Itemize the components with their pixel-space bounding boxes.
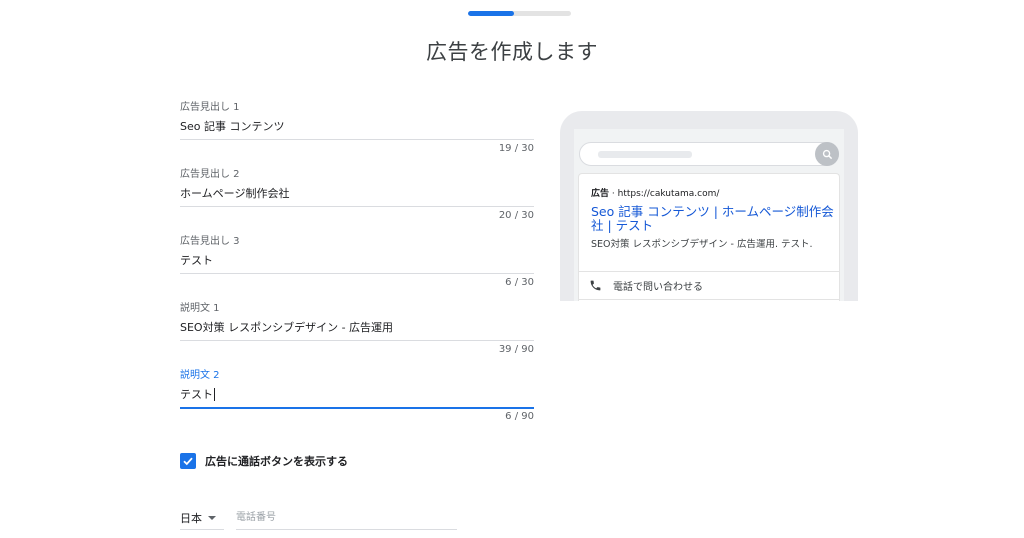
phone-icon [590, 280, 601, 291]
headline-3-field[interactable]: 広告見出し 3 テスト 6 / 30 [180, 230, 534, 297]
country-select[interactable]: 日本 [180, 506, 224, 530]
headline-2-char-count: 20 / 30 [498, 210, 534, 221]
ad-display-url: https://cakutama.com/ [617, 189, 720, 199]
progress-bar-fill [468, 11, 515, 16]
headline-3-label: 広告見出し 3 [180, 236, 240, 247]
headline-3-underline [180, 273, 534, 274]
progress-bar [468, 11, 571, 16]
description-1-underline [180, 340, 534, 341]
page-title: 広告を作成します [426, 40, 598, 64]
call-button-option[interactable]: 広告に通話ボタンを表示する [180, 453, 348, 469]
text-caret [214, 387, 215, 401]
headline-1-value[interactable]: Seo 記事 コンテンツ [180, 118, 284, 134]
phone-preview: 広告 · https://cakutama.com/ Seo 記事 コンテンツ … [560, 111, 858, 301]
headline-2-value[interactable]: ホームページ制作会社 [180, 185, 289, 201]
check-icon [183, 457, 193, 466]
headline-1-field[interactable]: 広告見出し 1 Seo 記事 コンテンツ 19 / 30 [180, 96, 534, 163]
ad-badge: 広告 [591, 189, 610, 199]
ad-preview-divider [579, 271, 839, 272]
description-2-underline [180, 407, 534, 409]
headline-1-underline [180, 139, 534, 140]
description-1-value[interactable]: SEO対策 レスポンシブデザイン - 広告運用 [180, 319, 393, 335]
description-2-char-count: 6 / 90 [505, 411, 534, 422]
preview-search-button [815, 142, 839, 166]
headline-2-label: 広告見出し 2 [180, 169, 240, 180]
description-1-char-count: 39 / 90 [498, 344, 534, 355]
call-button-checkbox-label: 広告に通話ボタンを表示する [205, 455, 348, 468]
preview-search-bar [579, 142, 839, 166]
description-1-field[interactable]: 説明文 1 SEO対策 レスポンシブデザイン - 広告運用 39 / 90 [180, 297, 534, 364]
description-1-label: 説明文 1 [180, 303, 220, 314]
ad-preview-description: SEO対策 レスポンシブデザイン - 広告運用. テスト. [591, 239, 813, 250]
headline-2-field[interactable]: 広告見出し 2 ホームページ制作会社 20 / 30 [180, 163, 534, 230]
ad-preview-card: 広告 · https://cakutama.com/ Seo 記事 コンテンツ … [578, 173, 840, 301]
country-select-value: 日本 [180, 511, 202, 525]
phone-preview-screen: 広告 · https://cakutama.com/ Seo 記事 コンテンツ … [574, 129, 844, 301]
description-2-text: テスト [180, 388, 213, 401]
description-2-label: 説明文 2 [180, 370, 220, 381]
ad-preview-headline: Seo 記事 コンテンツ | ホームページ制作会社 | テスト [591, 204, 834, 233]
dropdown-arrow-icon [208, 515, 216, 520]
preview-search-placeholder [598, 151, 692, 158]
ad-preview-bottom-line [579, 299, 839, 300]
headline-3-value[interactable]: テスト [180, 252, 213, 268]
description-2-value[interactable]: テスト [180, 386, 215, 402]
search-icon [822, 149, 832, 159]
headline-1-label: 広告見出し 1 [180, 102, 240, 113]
headline-2-underline [180, 206, 534, 207]
phone-number-input[interactable] [236, 506, 457, 530]
description-2-field[interactable]: 説明文 2 テスト 6 / 90 [180, 364, 534, 431]
headline-3-char-count: 6 / 30 [505, 277, 534, 288]
headline-1-char-count: 19 / 30 [498, 143, 534, 154]
ad-form: 広告見出し 1 Seo 記事 コンテンツ 19 / 30 広告見出し 2 ホーム… [180, 96, 534, 431]
ad-separator: · [609, 189, 618, 199]
ad-preview-meta: 広告 · https://cakutama.com/ [591, 186, 719, 199]
call-button-checkbox[interactable] [180, 453, 196, 469]
ad-call-label: 電話で問い合わせる [613, 282, 703, 293]
ad-preview-call-extension: 電話で問い合わせる [589, 278, 703, 293]
